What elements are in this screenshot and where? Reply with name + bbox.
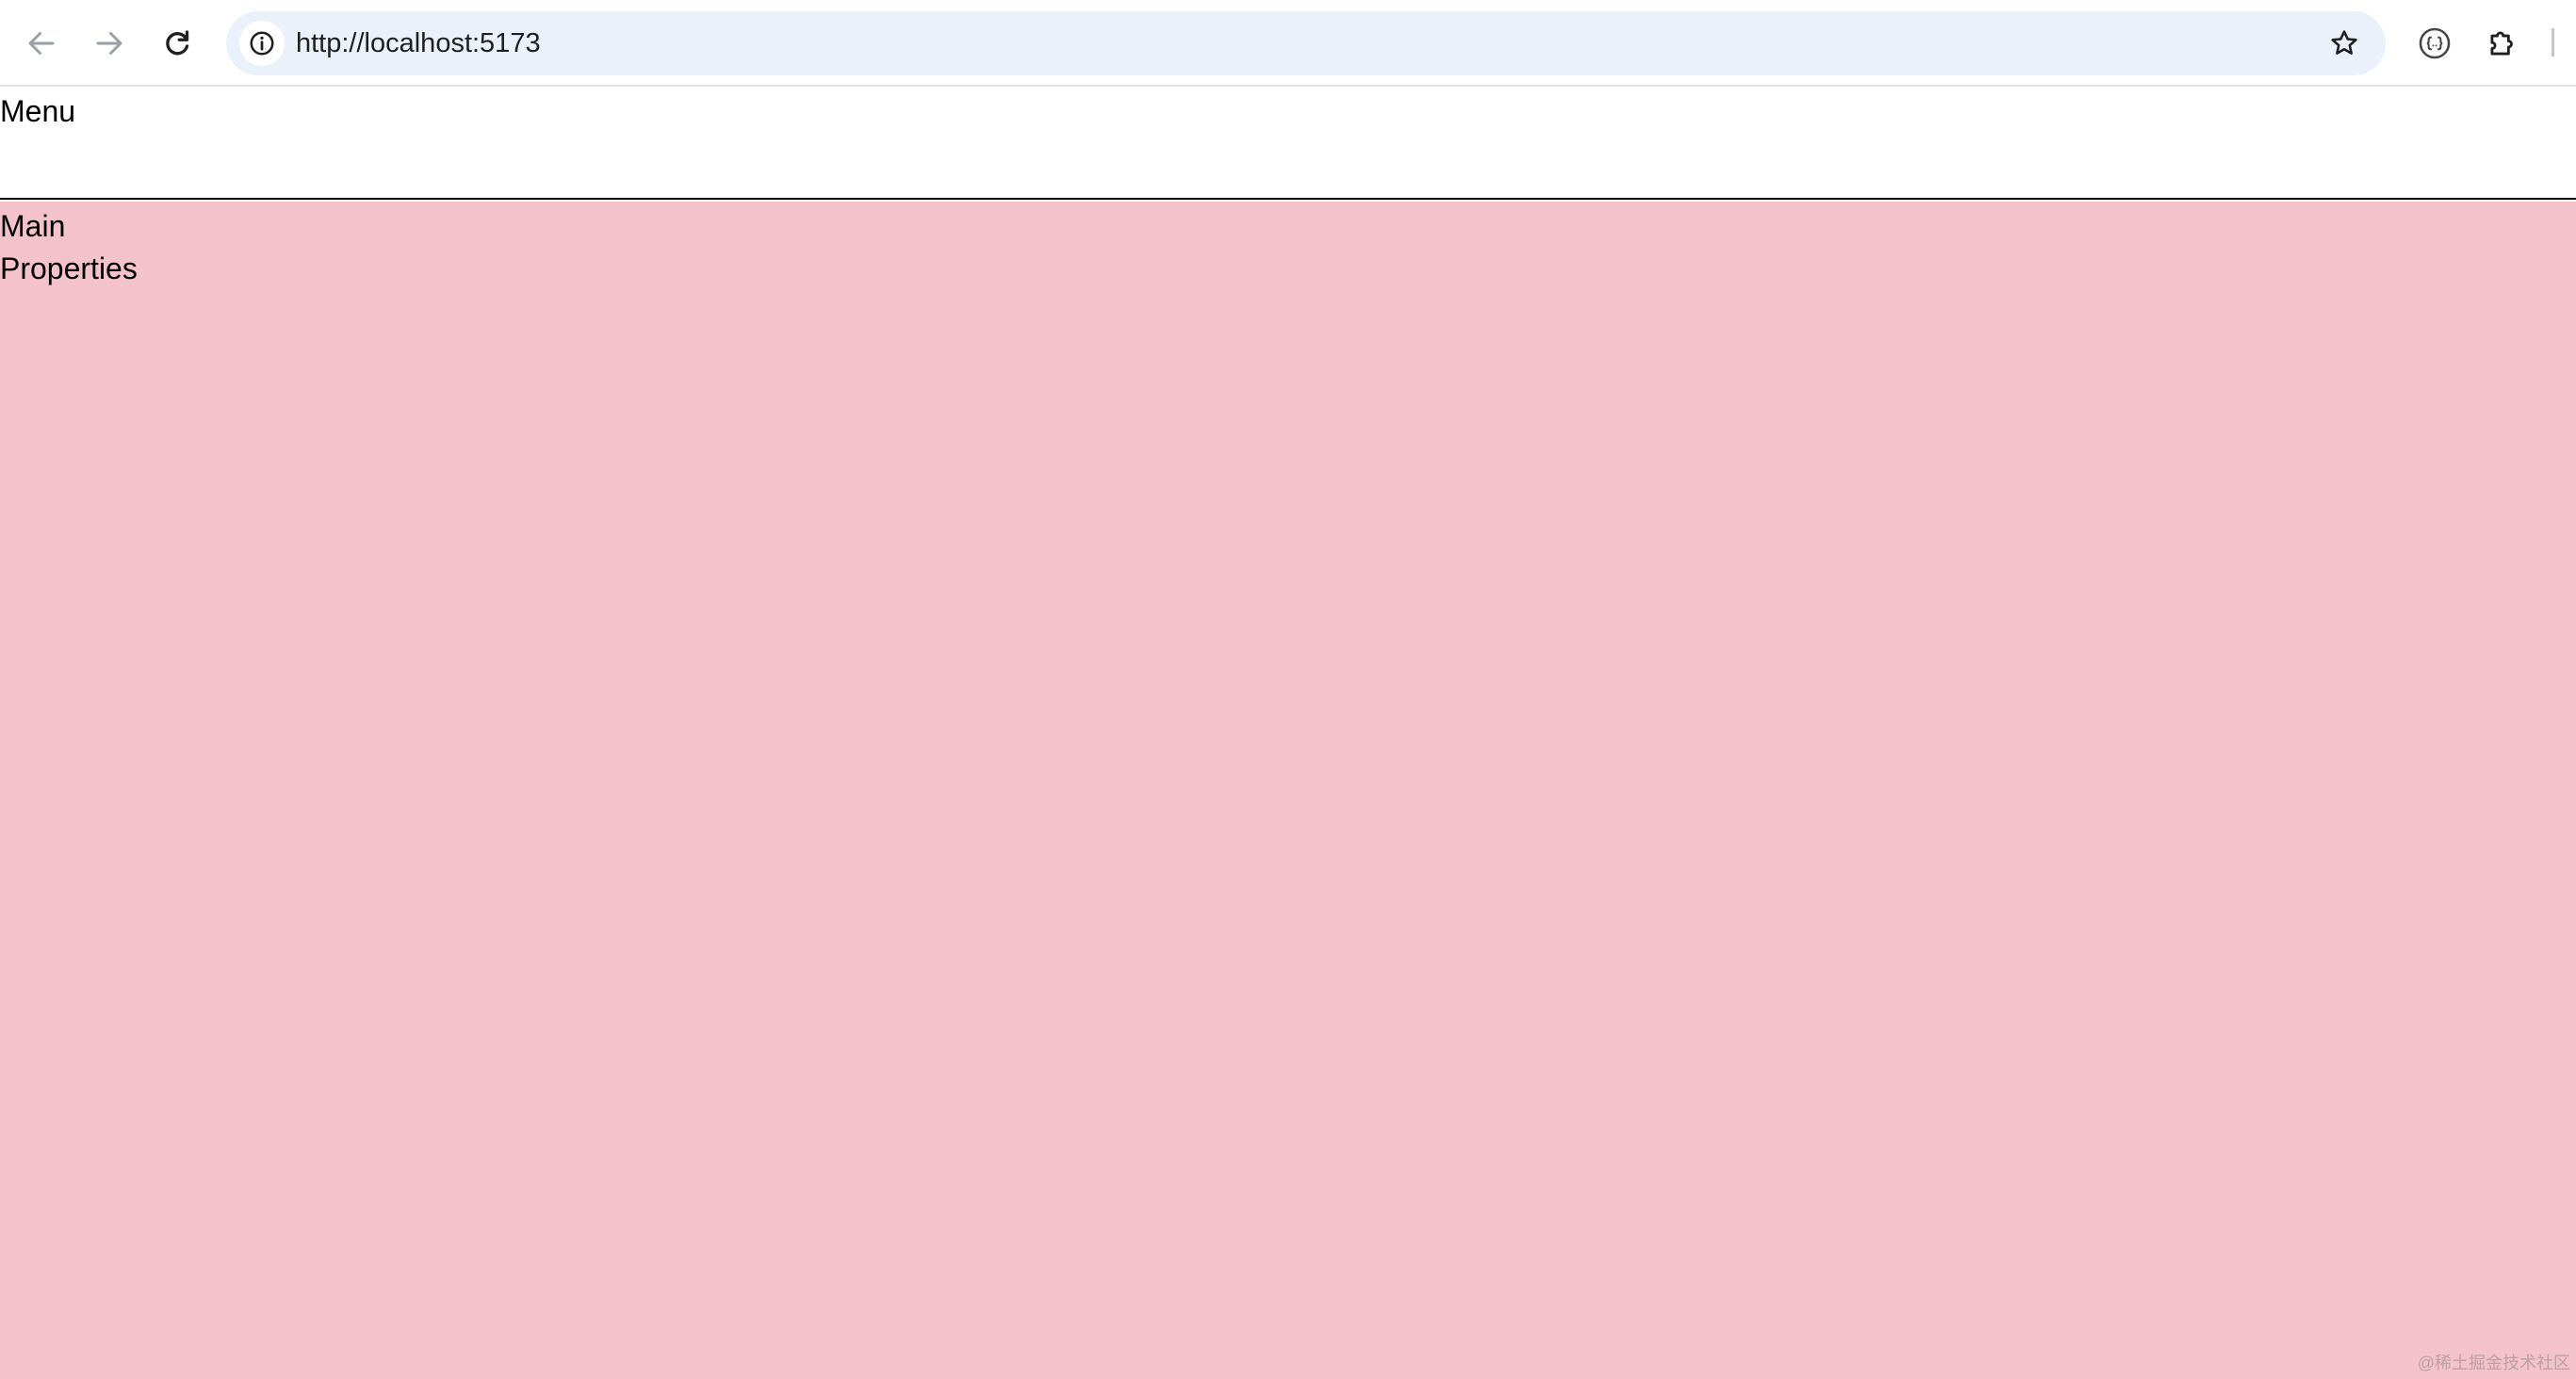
bookmark-button[interactable] xyxy=(2323,23,2365,64)
puzzle-icon xyxy=(2490,31,2513,56)
url-text[interactable]: http://localhost:5173 xyxy=(296,11,541,75)
browser-toolbar: http://localhost:5173 xyxy=(0,0,2576,87)
page-viewport: Menu Main Properties @稀土掘金技术社区 xyxy=(0,87,2576,1379)
watermark: @稀土掘金技术社区 xyxy=(2417,1354,2570,1372)
arrow-left-icon xyxy=(28,32,55,55)
main-area: Main Properties @稀土掘金技术社区 xyxy=(0,202,2576,1379)
toolbar-separator xyxy=(2552,28,2554,57)
arrow-right-icon xyxy=(96,32,122,55)
star-icon xyxy=(2331,30,2357,55)
menu-area: Menu xyxy=(0,87,2576,200)
json-extension-button[interactable] xyxy=(2412,21,2457,66)
reload-button[interactable] xyxy=(155,21,200,66)
info-icon xyxy=(250,31,274,56)
extensions-button[interactable] xyxy=(2480,21,2525,66)
address-bar[interactable]: http://localhost:5173 xyxy=(226,11,2386,75)
menu-label: Menu xyxy=(0,94,76,128)
back-button[interactable] xyxy=(19,21,64,66)
properties-label: Properties xyxy=(0,251,138,285)
reload-icon xyxy=(166,30,189,56)
forward-button[interactable] xyxy=(87,21,132,66)
main-label: Main xyxy=(0,209,66,243)
site-info-button[interactable] xyxy=(239,21,285,66)
json-viewer-icon xyxy=(2419,27,2451,59)
